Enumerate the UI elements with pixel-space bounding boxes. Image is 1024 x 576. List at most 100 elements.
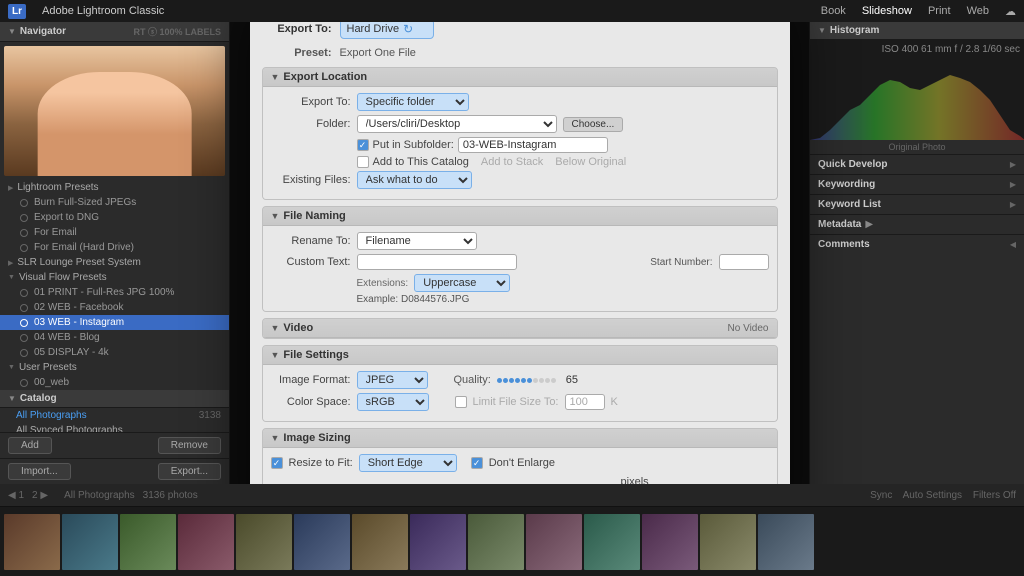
subfolder-checkbox[interactable]: ✓ [357,139,369,151]
main-area: ▼ Navigator RT ⓢ 100% LABELS ▶ Lightroom… [0,22,1024,484]
menu-bar: Lr Adobe Lightroom Classic Book Slidesho… [0,0,1024,22]
preset-list: ▶ Lightroom Presets Burn Full-Sized JPEG… [0,180,229,432]
navigator-header[interactable]: ▼ Navigator RT ⓢ 100% LABELS [0,22,229,42]
preset-00-web[interactable]: 00_web [0,375,229,390]
navigator-image [4,46,225,176]
catalog-header[interactable]: ▼ Catalog [0,390,229,408]
import-button[interactable]: Import... [8,463,71,480]
refresh-icon: ↻ [403,22,413,36]
metadata-panel[interactable]: Metadata ▶ [810,214,1024,234]
add-preset-button[interactable]: Add [8,437,52,454]
resize-row: ✓ Resize to Fit: Short Edge ✓ Don't Enla… [271,454,769,472]
export-location-header[interactable]: ▼ Export Location [263,68,777,87]
filmstrip-all-photos[interactable]: All Photographs [64,490,135,501]
video-header[interactable]: ▼ Video No Video [263,319,777,338]
filmstrip-nav-prev[interactable]: ◀ 1 [8,490,24,501]
preset-03-instagram[interactable]: 03 WEB - Instagram [0,315,229,330]
preset-05-display[interactable]: 05 DISPLAY - 4k [0,345,229,360]
preset-row-label: Preset: [262,47,332,59]
metadata-panel-label: Metadata [818,219,861,230]
existing-files-label: Existing Files: [271,174,351,186]
preset-02-facebook[interactable]: 02 WEB - Facebook [0,300,229,315]
nav-book[interactable]: Book [821,5,846,18]
custom-text-input[interactable] [357,254,517,270]
rename-to-dropdown[interactable]: Filename [357,232,477,250]
limit-file-size-input[interactable] [565,394,605,410]
preset-item-burn[interactable]: Burn Full-Sized JPEGs [0,195,229,210]
film-thumb-6[interactable] [294,514,350,570]
film-thumb-5[interactable] [236,514,292,570]
preset-item-email-hard[interactable]: For Email (Hard Drive) [0,240,229,255]
export-to-dropdown[interactable]: Specific folder [357,93,469,111]
radio-email [20,229,28,237]
file-naming-content: Rename To: Filename Custom Text: Start N… [263,226,777,311]
filmstrip-nav-next[interactable]: 2 ▶ [32,490,48,501]
app-logo: Lr [8,4,26,19]
export-location-triangle: ▼ [271,72,280,82]
dont-enlarge-checkbox[interactable]: ✓ [471,457,483,469]
film-thumb-10[interactable] [526,514,582,570]
subfolder-input[interactable] [458,137,608,153]
export-button[interactable]: Export... [158,463,221,480]
start-number-label: Start Number: [650,257,712,268]
film-thumb-3[interactable] [120,514,176,570]
nav-web[interactable]: Web [967,5,989,18]
keyword-list-panel[interactable]: Keyword List ▶ [810,194,1024,214]
auto-settings[interactable]: Auto Settings [903,490,962,501]
catalog-all-photos[interactable]: All Photographs 3138 [0,408,229,423]
quick-develop-panel[interactable]: Quick Develop ▶ [810,154,1024,174]
folder-dropdown[interactable]: /Users/cliri/Desktop [357,115,557,133]
film-thumb-8[interactable] [410,514,466,570]
cloud-icon[interactable]: ☁ [1005,5,1016,18]
film-thumb-14[interactable] [758,514,814,570]
film-thumb-9[interactable] [468,514,524,570]
histogram-header[interactable]: ▼ Histogram [810,22,1024,40]
add-to-catalog-checkbox[interactable] [357,156,369,168]
keywording-panel[interactable]: Keywording ▶ [810,174,1024,194]
user-presets-group[interactable]: ▼ User Presets [0,360,229,375]
choose-folder-button[interactable]: Choose... [563,117,624,132]
image-format-dropdown[interactable]: JPEG [357,371,428,389]
color-space-dropdown[interactable]: sRGB [357,393,429,411]
resize-checkbox[interactable]: ✓ [271,457,283,469]
preset-04-blog[interactable]: 04 WEB - Blog [0,330,229,345]
remove-preset-button[interactable]: Remove [158,437,221,454]
existing-files-dropdown[interactable]: Ask what to do [357,171,472,189]
preset-burn-label: Burn Full-Sized JPEGs [34,197,136,208]
film-thumb-11[interactable] [584,514,640,570]
comments-panel[interactable]: Comments ◀ [810,234,1024,254]
preset-01-print[interactable]: 01 PRINT - Full-Res JPG 100% [0,285,229,300]
preset-label-row: Preset: Export One File [262,47,778,59]
image-sizing-header[interactable]: ▼ Image Sizing [263,429,777,448]
resize-dropdown[interactable]: Short Edge [359,454,457,472]
start-number-input[interactable] [719,254,769,270]
film-thumb-13[interactable] [700,514,756,570]
sync-label[interactable]: Sync [870,490,892,501]
nav-print[interactable]: Print [928,5,951,18]
export-location-content: Export To: Specific folder Folder: /User… [263,87,777,199]
film-thumb-2[interactable] [62,514,118,570]
file-naming-header[interactable]: ▼ File Naming [263,207,777,226]
custom-text-row: Custom Text: Start Number: [271,254,769,270]
lightroom-presets-group[interactable]: ▶ Lightroom Presets [0,180,229,195]
film-thumb-4[interactable] [178,514,234,570]
slr-lounge-group[interactable]: ▶ SLR Lounge Preset System [0,255,229,270]
film-thumb-12[interactable] [642,514,698,570]
keywording-chevron: ▶ [1010,180,1016,189]
visual-flow-group[interactable]: ▼ Visual Flow Presets [0,270,229,285]
limit-file-size-checkbox[interactable] [455,396,467,408]
catalog-synced[interactable]: All Synced Photographs [0,423,229,432]
film-thumb-1[interactable] [4,514,60,570]
all-photos-count: 3138 [199,410,221,421]
histogram-camera-info: ISO 400 61 mm f / 2.8 1/60 sec [882,44,1020,55]
preset-item-dng[interactable]: Export to DNG [0,210,229,225]
file-settings-header[interactable]: ▼ File Settings [263,346,777,365]
film-thumb-7[interactable] [352,514,408,570]
extensions-dropdown[interactable]: Uppercase [414,274,510,292]
quick-develop-label: Quick Develop [818,159,887,170]
export-to-select[interactable]: Hard Drive ↻ [340,22,435,39]
nav-slideshow[interactable]: Slideshow [862,5,912,18]
custom-text-label: Custom Text: [271,256,351,268]
filters-off[interactable]: Filters Off [973,490,1016,501]
preset-item-email[interactable]: For Email [0,225,229,240]
